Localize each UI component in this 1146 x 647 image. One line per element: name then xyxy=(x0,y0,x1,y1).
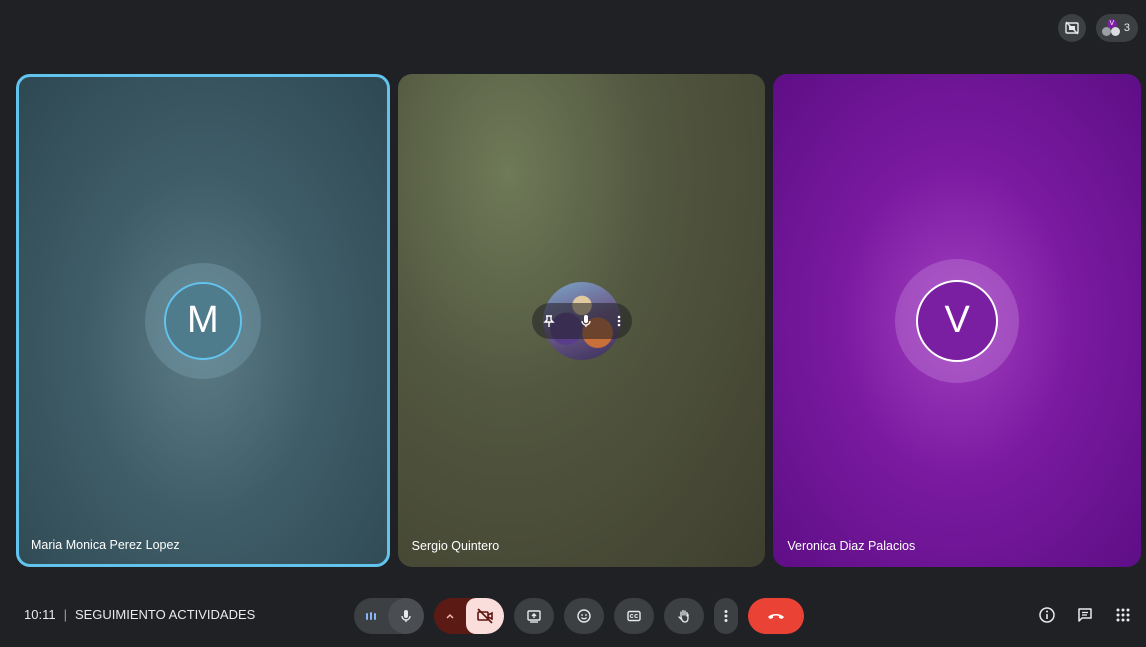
side-panel-controls xyxy=(1034,602,1136,628)
present-screen-icon xyxy=(527,610,541,623)
videocam-off-icon xyxy=(477,608,493,624)
raise-hand-icon xyxy=(678,609,689,623)
audio-level-button[interactable] xyxy=(354,598,388,634)
participant-name: Veronica Diaz Palacios xyxy=(787,539,916,553)
info-icon xyxy=(1039,607,1055,623)
emoji-icon xyxy=(577,609,591,623)
participant-name: Maria Monica Perez Lopez xyxy=(31,538,180,552)
audio-level-icon xyxy=(366,612,376,620)
mic-control-group xyxy=(354,598,424,634)
pin-icon xyxy=(542,314,555,327)
captions-icon xyxy=(627,610,641,622)
top-right-controls: V 3 xyxy=(1057,14,1138,42)
activities-button[interactable] xyxy=(1110,602,1136,628)
captions-button[interactable] xyxy=(614,598,654,634)
raise-hand-button[interactable] xyxy=(664,598,704,634)
more-options-button[interactable] xyxy=(714,598,738,634)
participant-grid: M Maria Monica Perez Lopez Sergio Quinte… xyxy=(16,74,1142,567)
mute-participant-button[interactable] xyxy=(579,314,593,328)
meeting-title: SEGUIMIENTO ACTIVIDADES xyxy=(74,607,256,622)
pin-button[interactable] xyxy=(542,314,556,328)
end-call-button[interactable] xyxy=(748,598,804,634)
participant-tile[interactable]: V Veronica Diaz Palacios xyxy=(773,74,1142,567)
apps-grid-icon xyxy=(1116,608,1130,622)
more-vert-icon xyxy=(617,315,620,326)
meeting-details-button[interactable] xyxy=(1034,602,1060,628)
meeting-time: 10:11 xyxy=(24,607,56,622)
participant-mini-avatar xyxy=(1101,27,1111,36)
participant-count: 3 xyxy=(1123,22,1130,34)
separator: | xyxy=(63,607,67,622)
emoji-button[interactable] xyxy=(564,598,604,634)
camera-options-button[interactable] xyxy=(434,598,466,634)
participant-tile[interactable]: M Maria Monica Perez Lopez xyxy=(16,74,390,567)
avatar: M xyxy=(163,281,242,360)
camera-toggle-button[interactable] xyxy=(466,598,504,634)
participant-tile[interactable]: Sergio Quintero xyxy=(397,74,766,567)
mic-icon xyxy=(401,610,411,622)
participants-avatars: V xyxy=(1101,19,1120,37)
tile-hover-controls xyxy=(531,302,632,339)
camera-control-group xyxy=(434,598,504,634)
chevron-up-icon xyxy=(446,613,454,619)
participants-button[interactable]: V 3 xyxy=(1095,14,1138,42)
participant-name: Sergio Quintero xyxy=(411,539,500,553)
present-button[interactable] xyxy=(514,598,554,634)
more-options-button[interactable] xyxy=(616,314,622,328)
more-vert-icon xyxy=(724,610,728,622)
mic-icon xyxy=(580,314,591,327)
camera-grid-button[interactable] xyxy=(1057,14,1086,42)
bottom-control-bar: 10:11 | SEGUIMIENTO ACTIVIDADES xyxy=(0,585,1146,647)
call-end-icon xyxy=(768,614,784,619)
participant-mini-avatar xyxy=(1110,27,1120,36)
mic-button[interactable] xyxy=(388,598,424,634)
chat-icon xyxy=(1078,608,1092,622)
camera-off-grid-icon xyxy=(1065,21,1079,35)
avatar: V xyxy=(916,279,999,362)
meeting-info: 10:11 | SEGUIMIENTO ACTIVIDADES xyxy=(24,607,255,622)
chat-button[interactable] xyxy=(1072,602,1098,628)
call-controls xyxy=(354,598,804,634)
